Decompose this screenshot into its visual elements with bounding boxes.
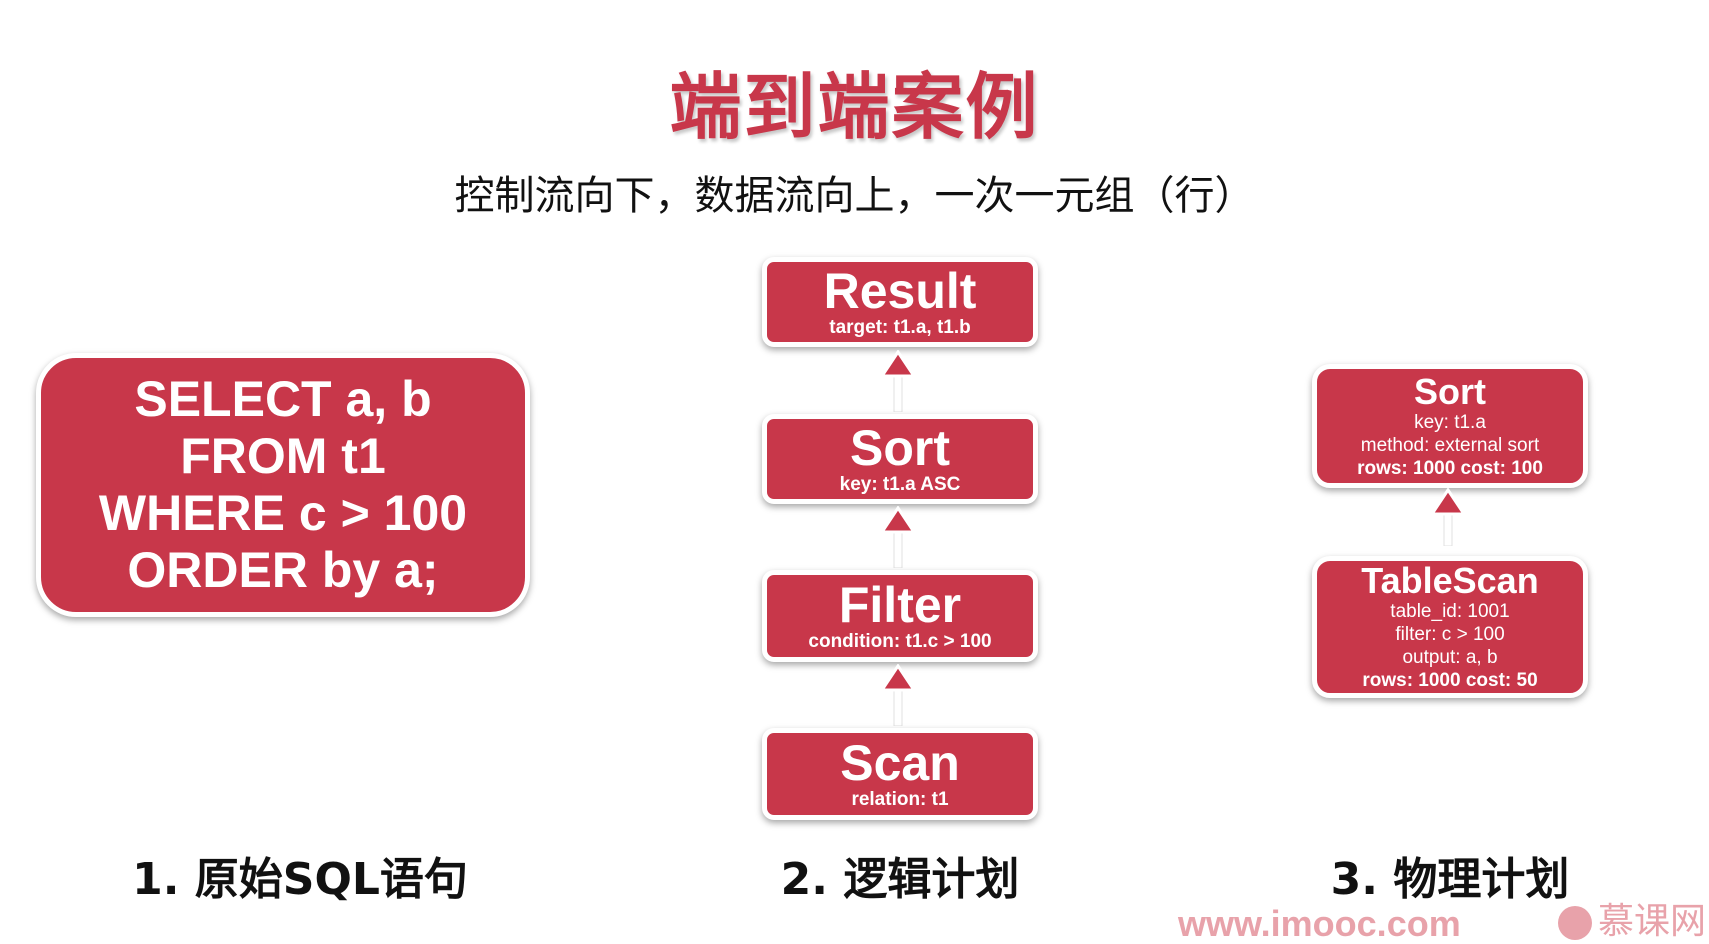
logical-node-result: Result target: t1.a, t1.b: [762, 257, 1038, 347]
node-name: Sort: [1414, 370, 1486, 412]
node-detail: table_id: 1001: [1390, 601, 1510, 622]
node-stats: rows: 1000 cost: 50: [1362, 670, 1538, 691]
logical-node-sort: Sort key: t1.a ASC: [762, 414, 1038, 504]
node-detail: filter: c > 100: [1395, 624, 1505, 645]
logical-node-filter: Filter condition: t1.c > 100: [762, 570, 1038, 662]
caption-physical: 3. 物理计划: [1330, 854, 1570, 905]
flame-icon: [1558, 906, 1592, 940]
node-name: Sort: [850, 420, 950, 476]
node-detail: target: t1.a, t1.b: [829, 317, 971, 338]
logical-node-scan: Scan relation: t1: [762, 728, 1038, 820]
sql-line: SELECT a, b: [134, 371, 432, 427]
node-name: TableScan: [1361, 560, 1539, 601]
up-arrow-icon: [879, 664, 917, 726]
sql-line: ORDER by a;: [127, 542, 439, 598]
node-detail: condition: t1.c > 100: [808, 631, 992, 652]
node-detail: key: t1.a ASC: [839, 474, 961, 495]
node-detail: output: a, b: [1402, 647, 1498, 668]
physical-node-tablescan: TableScan table_id: 1001 filter: c > 100…: [1312, 556, 1588, 698]
node-name: Result: [823, 263, 977, 319]
page-title: 端到端案例: [669, 65, 1040, 149]
sql-query-box: SELECT a, b FROM t1 WHERE c > 100 ORDER …: [36, 353, 530, 617]
node-detail: method: external sort: [1360, 434, 1540, 456]
node-stats: rows: 1000 cost: 100: [1357, 457, 1543, 479]
watermark-url: www.imooc.com: [1178, 903, 1461, 944]
caption-logical: 2. 逻辑计划: [780, 854, 1020, 905]
physical-node-sort: Sort key: t1.a method: external sort row…: [1312, 364, 1588, 488]
node-name: Filter: [838, 577, 962, 633]
node-name: Scan: [840, 735, 960, 791]
up-arrow-icon: [879, 350, 917, 412]
caption-sql: 1. 原始SQL语句: [132, 854, 468, 905]
sql-line: WHERE c > 100: [98, 485, 468, 541]
brand-name: 慕课网: [1598, 901, 1707, 942]
brand-logo: 慕课网: [1558, 902, 1706, 942]
up-arrow-icon: [1429, 488, 1467, 546]
node-detail: relation: t1: [851, 789, 949, 810]
page-subtitle: 控制流向下，数据流向上，一次一元组（行）: [454, 173, 1255, 219]
node-detail: key: t1.a: [1414, 411, 1486, 433]
sql-line: FROM t1: [180, 428, 386, 484]
up-arrow-icon: [879, 506, 917, 568]
